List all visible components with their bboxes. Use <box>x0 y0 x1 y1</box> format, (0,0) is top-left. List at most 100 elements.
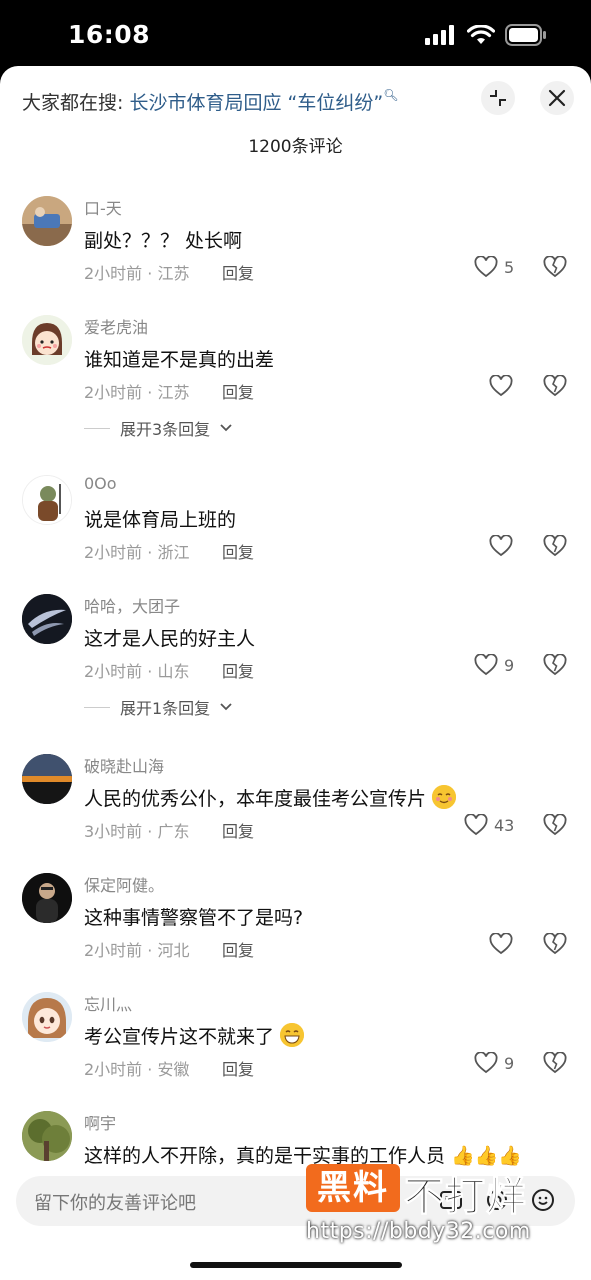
comment-meta: 3小时前 · 广东 <box>84 822 190 841</box>
search-icon: 🔍︎ <box>383 88 399 102</box>
comment-meta: 2小时前 · 浙江 <box>84 543 190 562</box>
divider-line <box>84 427 110 429</box>
avatar[interactable] <box>22 594 72 644</box>
like-count: 9 <box>504 1053 515 1073</box>
signal-icon <box>425 25 454 45</box>
expand-replies-button[interactable]: 展开3条回复 <box>84 416 232 440</box>
username[interactable]: 0Oo <box>84 474 117 493</box>
dislike-button[interactable] <box>543 534 567 561</box>
comment-text: 这种事情警察管不了是吗? <box>84 907 304 929</box>
heart-icon <box>489 375 513 397</box>
like-button[interactable] <box>489 535 513 557</box>
comment-text: 说是体育局上班的 <box>84 509 237 531</box>
dislike-button[interactable] <box>543 653 567 680</box>
comment-input-placeholder: 留下你的友善评论吧 <box>34 1193 196 1214</box>
reply-button[interactable]: 回复 <box>222 658 254 682</box>
reply-button[interactable]: 回复 <box>222 539 254 563</box>
search-hint[interactable]: 大家都在搜: 长沙市体育局回应 “车位纠纷”🔍︎ <box>22 88 398 115</box>
chevron-down-icon <box>220 424 232 432</box>
like-button[interactable]: 5 <box>474 256 514 278</box>
status-bar: 16:08 <box>0 0 591 70</box>
avatar[interactable] <box>22 992 72 1042</box>
reply-button[interactable]: 回复 <box>222 1056 254 1080</box>
username[interactable]: 哈哈，大团子 <box>84 593 180 617</box>
comment-meta: 2小时前 · 江苏 <box>84 383 190 402</box>
comment-text: 这才是人民的好主人 <box>84 628 256 650</box>
dislike-button[interactable] <box>543 932 567 959</box>
search-hint-link[interactable]: 长沙市体育局回应 “车位纠纷” <box>129 92 383 114</box>
heart-icon <box>474 1052 498 1074</box>
dislike-button[interactable] <box>543 255 567 282</box>
comment-text: 副处？？？ 处长啊 <box>84 230 243 252</box>
like-count: 9 <box>504 655 515 675</box>
dislike-button[interactable] <box>543 813 567 840</box>
expand-replies-button[interactable]: 展开1条回复 <box>84 695 232 719</box>
reply-button[interactable]: 回复 <box>222 379 254 403</box>
collapse-button[interactable] <box>481 81 515 115</box>
collapse-icon <box>490 90 506 106</box>
comment-text: 考公宣传片这不就来了 <box>84 1026 275 1048</box>
reply-button[interactable]: 回复 <box>222 818 254 842</box>
watermark-text: 不打烊 <box>404 1174 527 1221</box>
expand-replies-label: 展开1条回复 <box>120 699 211 718</box>
close-icon <box>548 89 566 107</box>
watermark-logo: 黑料 <box>306 1164 400 1212</box>
username[interactable]: 爱老虎油 <box>84 314 148 338</box>
dislike-button[interactable] <box>543 1051 567 1078</box>
broken-heart-icon <box>543 374 567 397</box>
avatar[interactable] <box>22 196 72 246</box>
broken-heart-icon <box>543 932 567 955</box>
comment-text-row: 人民的优秀公仆，本年度最佳考公宣传片 <box>84 784 457 811</box>
dislike-button[interactable] <box>543 374 567 401</box>
watermark-url: https://bbdy32.com <box>306 1219 531 1244</box>
like-button[interactable]: 9 <box>474 654 514 676</box>
broken-heart-icon <box>543 534 567 557</box>
like-button[interactable] <box>489 933 513 955</box>
broken-heart-icon <box>543 255 567 278</box>
broken-heart-icon <box>543 813 567 836</box>
comment-sheet: 大家都在搜: 长沙市体育局回应 “车位纠纷”🔍︎ 1200条评论 口-天 副处？… <box>0 66 591 1280</box>
avatar[interactable] <box>22 475 72 525</box>
close-button[interactable] <box>540 81 574 115</box>
reply-button[interactable]: 回复 <box>222 260 254 284</box>
like-button[interactable]: 43 <box>464 814 514 836</box>
comment-meta: 2小时前 · 安徽 <box>84 1060 190 1079</box>
chevron-down-icon <box>220 703 232 711</box>
username[interactable]: 保定阿健。 <box>84 872 164 896</box>
comment-meta: 2小时前 · 河北 <box>84 941 190 960</box>
heart-icon <box>474 654 498 676</box>
username[interactable]: 啊宇 <box>84 1110 116 1134</box>
reply-button[interactable]: 回复 <box>222 937 254 961</box>
divider-line <box>84 706 110 708</box>
wifi-icon <box>467 25 495 44</box>
broken-heart-icon <box>543 1051 567 1074</box>
comment-meta: 2小时前 · 江苏 <box>84 264 190 283</box>
heart-icon <box>474 256 498 278</box>
username[interactable]: 破晓赴山海 <box>84 753 164 777</box>
comment-text: 人民的优秀公仆，本年度最佳考公宣传片 <box>84 788 427 810</box>
comment-text: 谁知道是不是真的出差 <box>84 349 275 371</box>
home-indicator[interactable] <box>190 1262 402 1268</box>
username[interactable]: 忘川灬 <box>84 991 132 1015</box>
avatar[interactable] <box>22 754 72 804</box>
avatar[interactable] <box>22 1111 72 1161</box>
avatar[interactable] <box>22 873 72 923</box>
status-icons <box>425 24 547 46</box>
like-count: 43 <box>494 815 515 835</box>
like-button[interactable]: 9 <box>474 1052 514 1074</box>
watermark: 黑料 不打烊 https://bbdy32.com <box>306 1164 556 1274</box>
like-count: 5 <box>504 257 515 277</box>
avatar[interactable] <box>22 315 72 365</box>
expand-replies-label: 展开3条回复 <box>120 420 211 439</box>
search-hint-prefix: 大家都在搜: <box>22 92 124 114</box>
comment-text-row: 考公宣传片这不就来了 <box>84 1022 305 1049</box>
blush-emoji-icon <box>432 785 457 809</box>
comment-count: 1200条评论 <box>248 137 343 157</box>
grin-emoji-icon <box>280 1023 305 1047</box>
like-button[interactable] <box>489 375 513 397</box>
username[interactable]: 口-天 <box>84 195 122 219</box>
heart-icon <box>489 535 513 557</box>
heart-icon <box>464 814 488 836</box>
heart-icon <box>489 933 513 955</box>
status-time: 16:08 <box>68 20 151 49</box>
